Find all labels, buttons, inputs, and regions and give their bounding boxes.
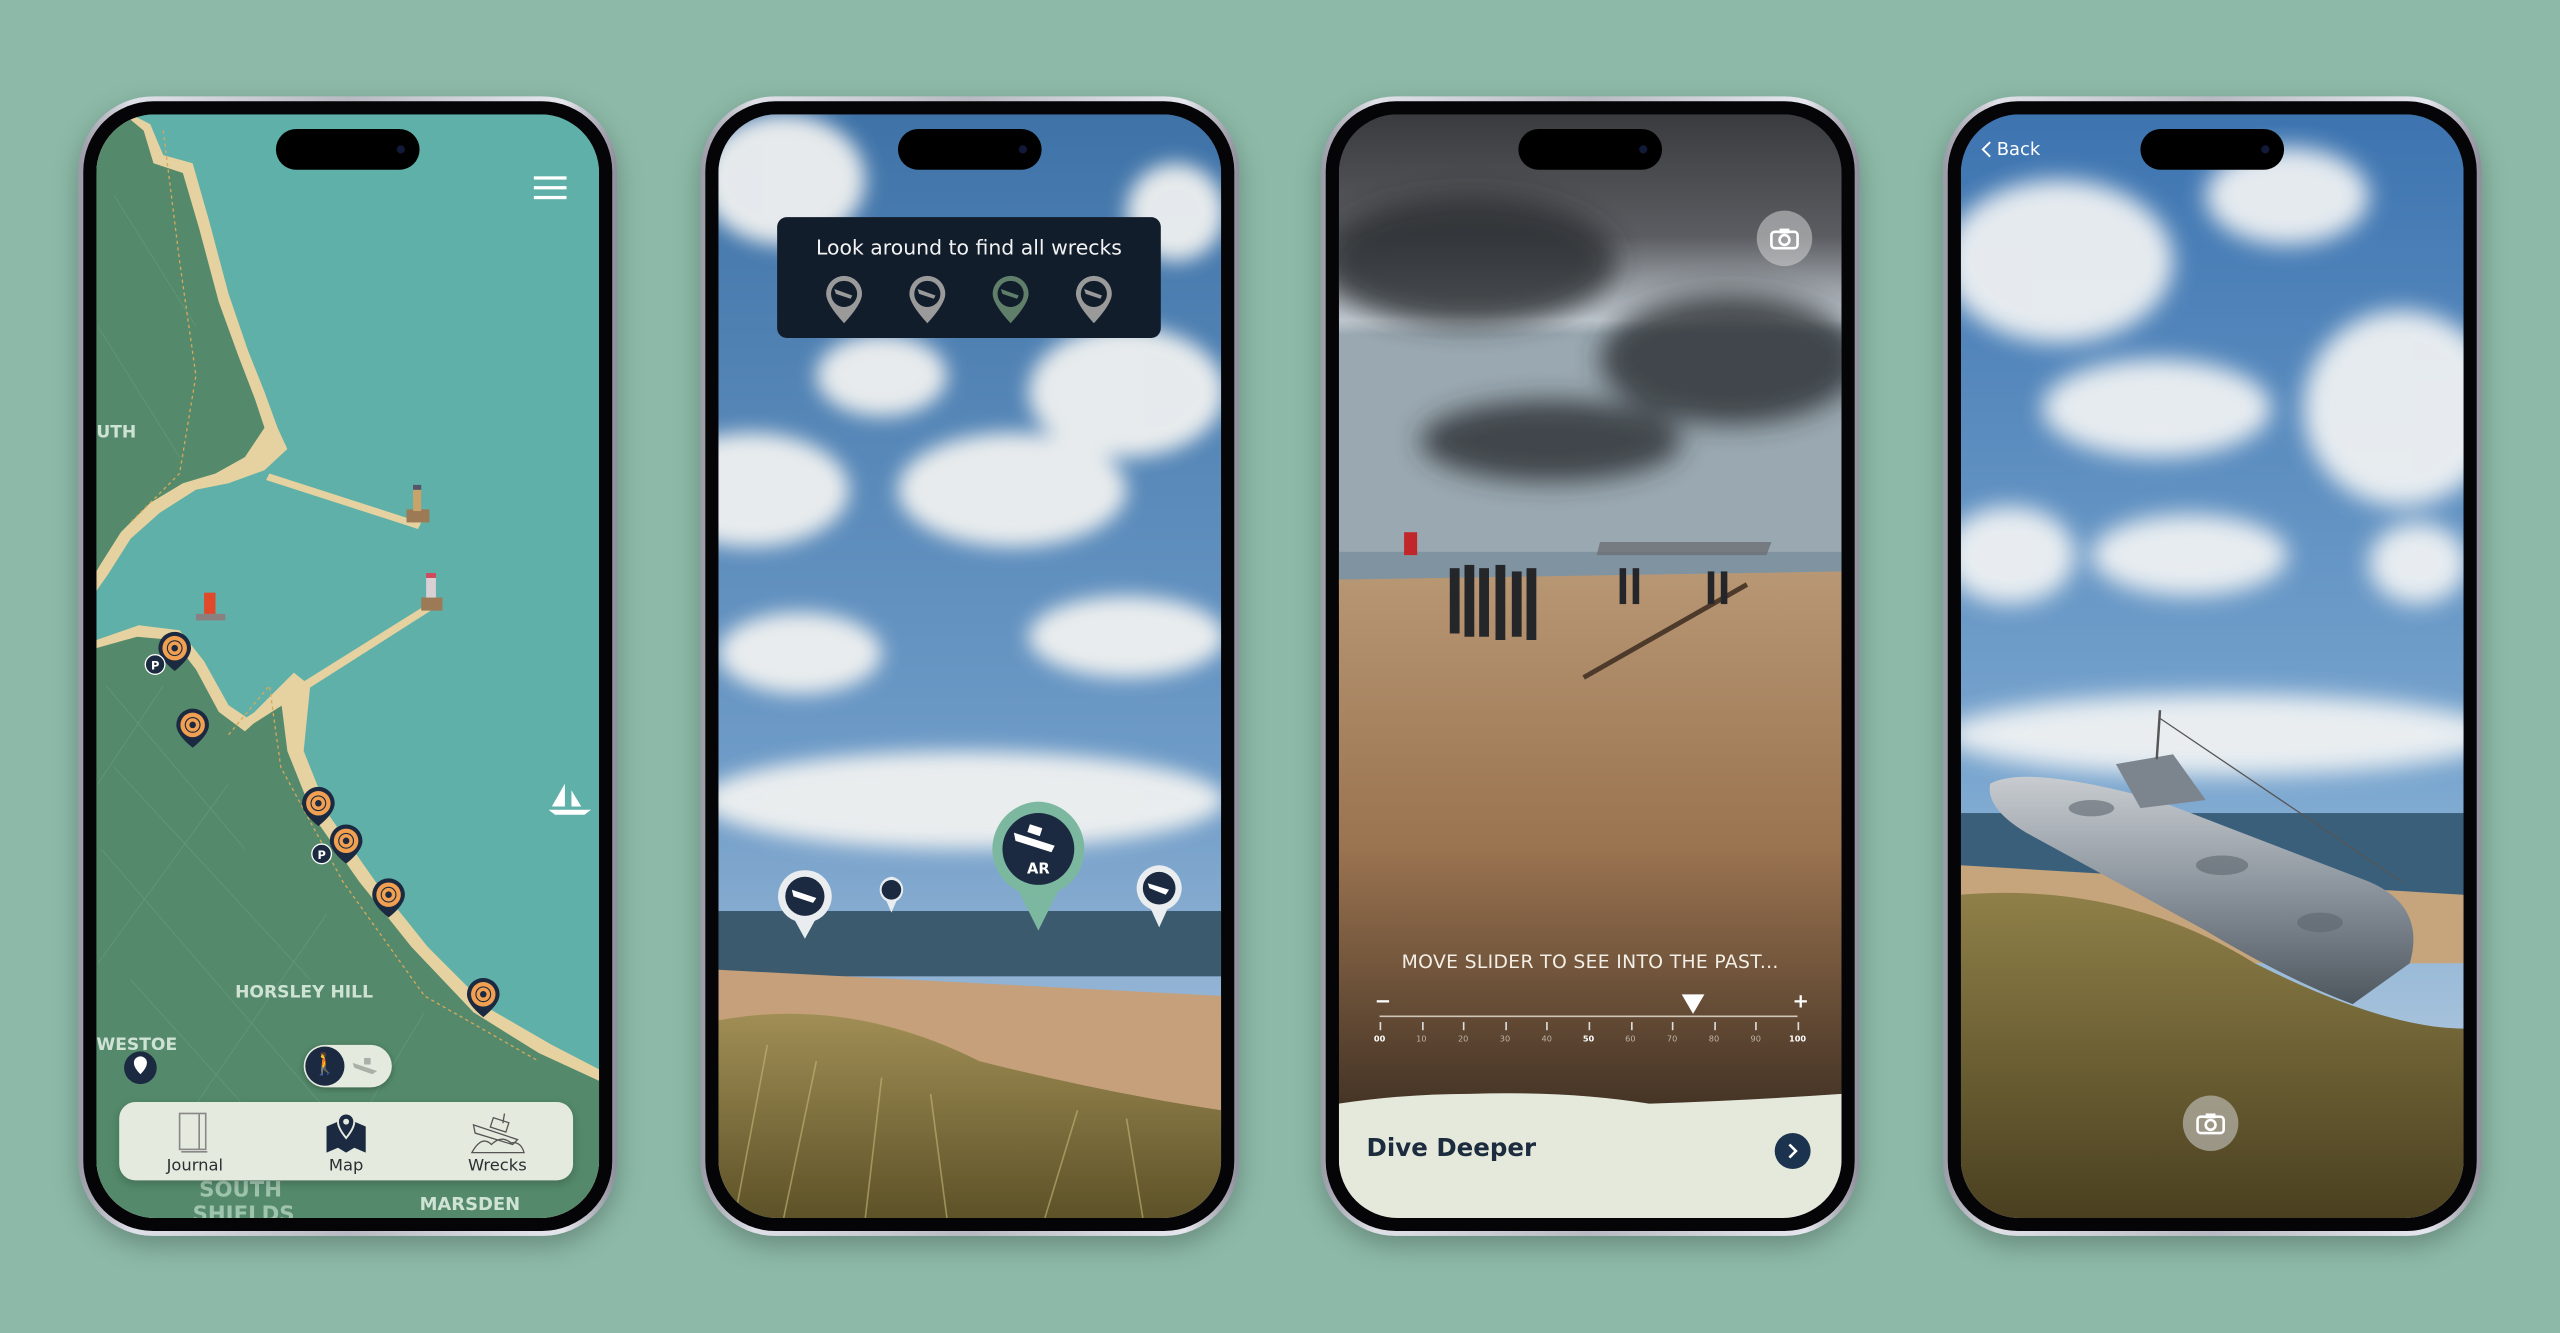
mode-toggle[interactable]: 🚶 bbox=[303, 1044, 392, 1088]
chevron-right-icon bbox=[1788, 1143, 1798, 1159]
slider-tick-label: 40 bbox=[1541, 1035, 1552, 1045]
camera-icon bbox=[1770, 228, 1799, 250]
slider-track[interactable] bbox=[1379, 1015, 1798, 1018]
slider-tick bbox=[1797, 1022, 1800, 1031]
place-label: WESTOE bbox=[96, 1035, 177, 1055]
dynamic-island bbox=[2140, 128, 2285, 170]
shipwreck-icon bbox=[470, 1113, 525, 1154]
nav-map[interactable]: Map bbox=[281, 1112, 412, 1181]
slider-tick-label: 00 bbox=[1373, 1035, 1386, 1045]
wreck-progress bbox=[826, 275, 1112, 324]
slider-thumb[interactable] bbox=[1681, 994, 1705, 1014]
dive-deeper-label[interactable]: Dive Deeper bbox=[1367, 1133, 1537, 1162]
dive-deeper-panel[interactable]: Dive Deeper bbox=[1338, 1091, 1842, 1218]
wreck-unfound-pin bbox=[826, 275, 863, 324]
svg-text:P: P bbox=[151, 658, 159, 672]
back-button[interactable]: Back bbox=[1980, 139, 2040, 160]
dynamic-island bbox=[275, 128, 420, 170]
map-pin-icon bbox=[326, 1112, 366, 1153]
shipwreck-icon bbox=[352, 1057, 378, 1075]
slider-instruction: MOVE SLIDER TO SEE INTO THE PAST... bbox=[1401, 950, 1779, 974]
hamburger-icon[interactable] bbox=[533, 173, 567, 202]
slider-tick bbox=[1421, 1022, 1424, 1031]
wreck-pin[interactable] bbox=[777, 869, 833, 941]
book-icon bbox=[179, 1112, 208, 1153]
slider-tick-label: 60 bbox=[1625, 1035, 1636, 1045]
past-screen: MOVE SLIDER TO SEE INTO THE PAST... − + … bbox=[1338, 114, 1842, 1218]
ar-screen[interactable]: Look around to find all wrecks AR bbox=[718, 114, 1222, 1218]
alert-pin-icon[interactable] bbox=[124, 1051, 157, 1085]
camera-button[interactable] bbox=[1756, 210, 1813, 267]
place-label: UTH bbox=[96, 423, 136, 443]
wreck-pin[interactable] bbox=[877, 875, 906, 914]
time-slider[interactable]: − + 00 10 20 30 40 50 60 70 80 90 100 bbox=[1374, 989, 1809, 1064]
slider-minus[interactable]: − bbox=[1375, 989, 1391, 1012]
slider-tick-label: 10 bbox=[1416, 1035, 1427, 1045]
slider-tick bbox=[1463, 1022, 1465, 1031]
nav-journal[interactable]: Journal bbox=[130, 1112, 261, 1181]
phone-past: MOVE SLIDER TO SEE INTO THE PAST... − + … bbox=[1320, 96, 1860, 1236]
ar-submarine-view bbox=[1960, 114, 2464, 1218]
place-label: SHIELDS bbox=[193, 1202, 295, 1218]
slider-tick-label: 50 bbox=[1582, 1035, 1595, 1045]
svg-text:P: P bbox=[318, 848, 326, 862]
slider-tick bbox=[1630, 1022, 1632, 1031]
hint-text: Look around to find all wrecks bbox=[815, 235, 1122, 260]
slider-tick-label: 100 bbox=[1789, 1035, 1807, 1045]
slider-tick bbox=[1588, 1022, 1591, 1031]
nav-wrecks[interactable]: Wrecks bbox=[432, 1112, 563, 1181]
dynamic-island bbox=[1518, 128, 1663, 170]
slider-tick bbox=[1713, 1022, 1716, 1031]
slider-tick bbox=[1672, 1022, 1674, 1031]
slider-tick bbox=[1379, 1022, 1382, 1031]
phone-map: UTH HORSLEY HILL WESTOE SOUTH SHIELDS MA… bbox=[78, 96, 618, 1236]
map-screen: UTH HORSLEY HILL WESTOE SOUTH SHIELDS MA… bbox=[96, 114, 600, 1218]
back-label: Back bbox=[1996, 138, 2041, 160]
place-label: SOUTH bbox=[199, 1178, 282, 1203]
camera-button[interactable] bbox=[2182, 1095, 2239, 1152]
phone-ar: Look around to find all wrecks AR bbox=[700, 96, 1240, 1236]
slider-tick bbox=[1504, 1022, 1507, 1031]
slider-tick bbox=[1755, 1022, 1758, 1031]
dive-deeper-button[interactable] bbox=[1774, 1133, 1811, 1169]
ar-label: AR bbox=[1027, 860, 1050, 877]
phone-submarine: Back bbox=[1942, 96, 2482, 1236]
slider-tick-label: 90 bbox=[1750, 1035, 1761, 1045]
slider-tick bbox=[1546, 1022, 1549, 1031]
slider-tick-label: 20 bbox=[1457, 1035, 1469, 1045]
wreck-unfound-pin bbox=[909, 275, 946, 324]
submarine-screen: Back bbox=[1960, 114, 2464, 1218]
hiker-icon: 🚶 bbox=[305, 1046, 345, 1086]
slider-tick-label: 30 bbox=[1499, 1035, 1511, 1045]
wreck-unfound-pin bbox=[1075, 275, 1112, 324]
ar-wreck-marker[interactable]: AR bbox=[989, 800, 1087, 934]
slider-tick-label: 80 bbox=[1708, 1035, 1720, 1045]
wreck-found-pin bbox=[992, 275, 1029, 324]
bottom-nav: Journal Map Wrecks bbox=[119, 1102, 574, 1181]
parking-icon[interactable]: P bbox=[144, 654, 166, 675]
dynamic-island bbox=[897, 128, 1042, 170]
slider-tick-label: 70 bbox=[1666, 1035, 1678, 1045]
place-label: HORSLEY HILL bbox=[235, 983, 373, 1003]
chevron-left-icon bbox=[1981, 141, 1991, 158]
place-label: MARSDEN bbox=[420, 1194, 521, 1215]
camera-icon bbox=[2196, 1113, 2225, 1135]
slider-plus[interactable]: + bbox=[1793, 989, 1809, 1012]
parking-icon[interactable]: P bbox=[311, 843, 333, 865]
wreck-pin[interactable] bbox=[1135, 864, 1184, 929]
wreck-hint-panel: Look around to find all wrecks bbox=[777, 217, 1161, 338]
